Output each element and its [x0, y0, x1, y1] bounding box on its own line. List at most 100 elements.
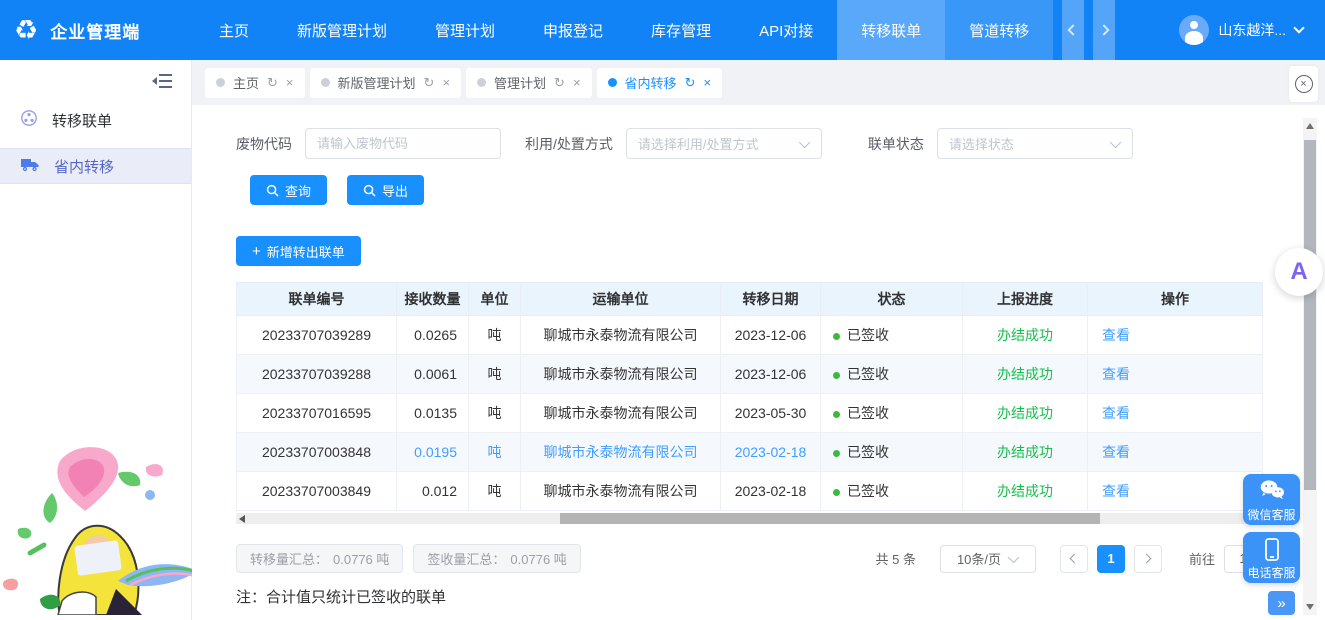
user-menu[interactable]: 山东越洋... — [1151, 0, 1325, 60]
vertical-scrollbar[interactable] — [1303, 118, 1317, 615]
chevron-down-icon — [1293, 22, 1304, 33]
horizontal-scrollbar[interactable] — [236, 513, 1262, 524]
cell-transfer-date: 2023-05-30 — [721, 394, 821, 433]
tab-province-transfer[interactable]: 省内转移 ↻ × — [597, 68, 723, 98]
sidebar-group-label: 转移联单 — [52, 110, 112, 131]
add-outbound-manifest-button[interactable]: + 新增转出联单 — [236, 236, 361, 266]
action-buttons: 查询 导出 — [250, 175, 1325, 205]
decorative-illustration — [0, 433, 205, 620]
nav-item-home[interactable]: 主页 — [195, 0, 273, 60]
tab-label: 管理计划 — [494, 73, 546, 92]
refresh-icon[interactable]: ↻ — [424, 76, 435, 89]
cell-received-qty: 0.0265 — [397, 316, 469, 355]
assistant-fab-button[interactable]: A — [1275, 248, 1323, 296]
close-icon[interactable]: × — [442, 76, 450, 89]
cell-unit: 吨 — [469, 394, 521, 433]
cell-received-qty: 0.012 — [397, 472, 469, 511]
phone-service-button[interactable]: 电话客服 — [1243, 532, 1300, 583]
cell-unit: 吨 — [469, 472, 521, 511]
close-icon[interactable]: × — [703, 76, 711, 89]
page-number-1[interactable]: 1 — [1097, 545, 1125, 573]
nav-item-pipeline-transfer[interactable]: 管道转移 — [945, 0, 1053, 60]
col-report-progress: 上报进度 — [963, 283, 1088, 316]
export-button[interactable]: 导出 — [347, 175, 424, 205]
sidebar-collapse-icon[interactable] — [151, 72, 173, 95]
refresh-icon[interactable]: ↻ — [554, 76, 565, 89]
cell-actions: 查看 — [1088, 433, 1263, 472]
phone-icon — [1259, 537, 1285, 570]
expand-panel-button[interactable]: » — [1268, 591, 1295, 615]
cell-transfer-date: 2023-12-06 — [721, 316, 821, 355]
tab-dot-icon — [216, 78, 225, 87]
col-manifest-id: 联单编号 — [237, 283, 397, 316]
waste-code-input[interactable] — [305, 128, 501, 159]
filter-row: 废物代码 利用/处置方式 请选择利用/处置方式 联单状态 请选择状态 — [236, 128, 1325, 159]
footnote: 注：合计值只统计已签收的联单 — [236, 586, 1325, 607]
sidebar-item-province-transfer[interactable]: 省内转移 — [0, 148, 191, 184]
cell-received-qty: 0.0195 — [397, 433, 469, 472]
prev-page-button[interactable] — [1060, 545, 1088, 573]
user-avatar-icon — [1179, 15, 1209, 45]
vertical-scrollbar-thumb[interactable] — [1304, 140, 1316, 490]
refresh-icon[interactable]: ↻ — [685, 76, 696, 89]
cell-report-progress: 办结成功 — [963, 433, 1088, 472]
search-button[interactable]: 查询 — [250, 175, 327, 205]
select-placeholder: 请选择状态 — [949, 134, 1014, 153]
horizontal-scrollbar-thumb[interactable] — [560, 513, 1100, 524]
cell-transport-company: 聊城市永泰物流有限公司 — [521, 316, 721, 355]
user-name: 山东越洋... — [1218, 20, 1286, 40]
nav-item-new-mgmt-plan[interactable]: 新版管理计划 — [273, 0, 411, 60]
nav-item-api[interactable]: API对接 — [735, 0, 837, 60]
cell-transfer-date: 2023-12-06 — [721, 355, 821, 394]
cell-status: 已签收 — [821, 472, 963, 511]
manifest-status-select[interactable]: 请选择状态 — [937, 128, 1133, 159]
page-size-select[interactable]: 10条/页 — [940, 545, 1036, 573]
cell-manifest-id: 20233707039289 — [237, 316, 397, 355]
view-link[interactable]: 查看 — [1102, 444, 1130, 460]
nav-item-inventory[interactable]: 库存管理 — [627, 0, 735, 60]
refresh-icon[interactable]: ↻ — [267, 76, 278, 89]
cell-report-progress: 办结成功 — [963, 394, 1088, 433]
disposal-method-select[interactable]: 请选择利用/处置方式 — [626, 128, 822, 159]
tab-dot-icon — [321, 78, 330, 87]
close-icon[interactable]: × — [573, 76, 581, 89]
double-arrow-right-icon: » — [1277, 595, 1285, 612]
next-page-button[interactable] — [1134, 545, 1162, 573]
status-dot-icon — [833, 333, 840, 340]
view-link[interactable]: 查看 — [1102, 483, 1130, 499]
table-row: 20233707003848 0.0195 吨 聊城市永泰物流有限公司 2023… — [237, 433, 1263, 472]
nav-item-transfer-manifest[interactable]: 转移联单 — [837, 0, 945, 60]
cell-unit: 吨 — [469, 433, 521, 472]
tab-dot-icon — [477, 78, 486, 87]
tab-mgmt-plan[interactable]: 管理计划 ↻ × — [466, 68, 592, 98]
scroll-left-arrow-icon[interactable] — [239, 515, 245, 523]
nav-item-mgmt-plan[interactable]: 管理计划 — [411, 0, 519, 60]
cell-received-qty: 0.0135 — [397, 394, 469, 433]
scroll-up-arrow-icon[interactable] — [1306, 123, 1314, 129]
cell-actions: 查看 — [1088, 355, 1263, 394]
cell-actions: 查看 — [1088, 472, 1263, 511]
status-dot-icon — [833, 411, 840, 418]
nav-item-declare[interactable]: 申报登记 — [519, 0, 627, 60]
status-dot-icon — [833, 450, 840, 457]
truck-icon — [20, 156, 40, 176]
scroll-down-arrow-icon[interactable] — [1306, 604, 1314, 610]
tab-home[interactable]: 主页 ↻ × — [205, 68, 305, 98]
close-icon[interactable]: × — [286, 76, 294, 89]
tab-label: 省内转移 — [625, 73, 677, 92]
wechat-service-button[interactable]: 微信客服 — [1243, 474, 1300, 525]
close-all-tabs-button[interactable]: × — [1289, 66, 1318, 102]
view-link[interactable]: 查看 — [1102, 405, 1130, 421]
nav-scroll-left-icon[interactable] — [1062, 0, 1084, 60]
cell-received-qty: 0.0061 — [397, 355, 469, 394]
view-link[interactable]: 查看 — [1102, 327, 1130, 343]
view-link[interactable]: 查看 — [1102, 366, 1130, 382]
tab-new-mgmt-plan[interactable]: 新版管理计划 ↻ × — [310, 68, 462, 98]
sidebar-group-transfer-manifest[interactable]: 转移联单 — [0, 100, 191, 140]
nav-scroll-right-icon[interactable] — [1093, 0, 1115, 60]
tab-dot-icon — [608, 78, 617, 87]
cell-status: 已签收 — [821, 355, 963, 394]
cell-report-progress: 办结成功 — [963, 472, 1088, 511]
top-navbar: ♻ 企业管理端 主页 新版管理计划 管理计划 申报登记 库存管理 API对接 转… — [0, 0, 1325, 60]
waste-code-label: 废物代码 — [236, 134, 292, 154]
